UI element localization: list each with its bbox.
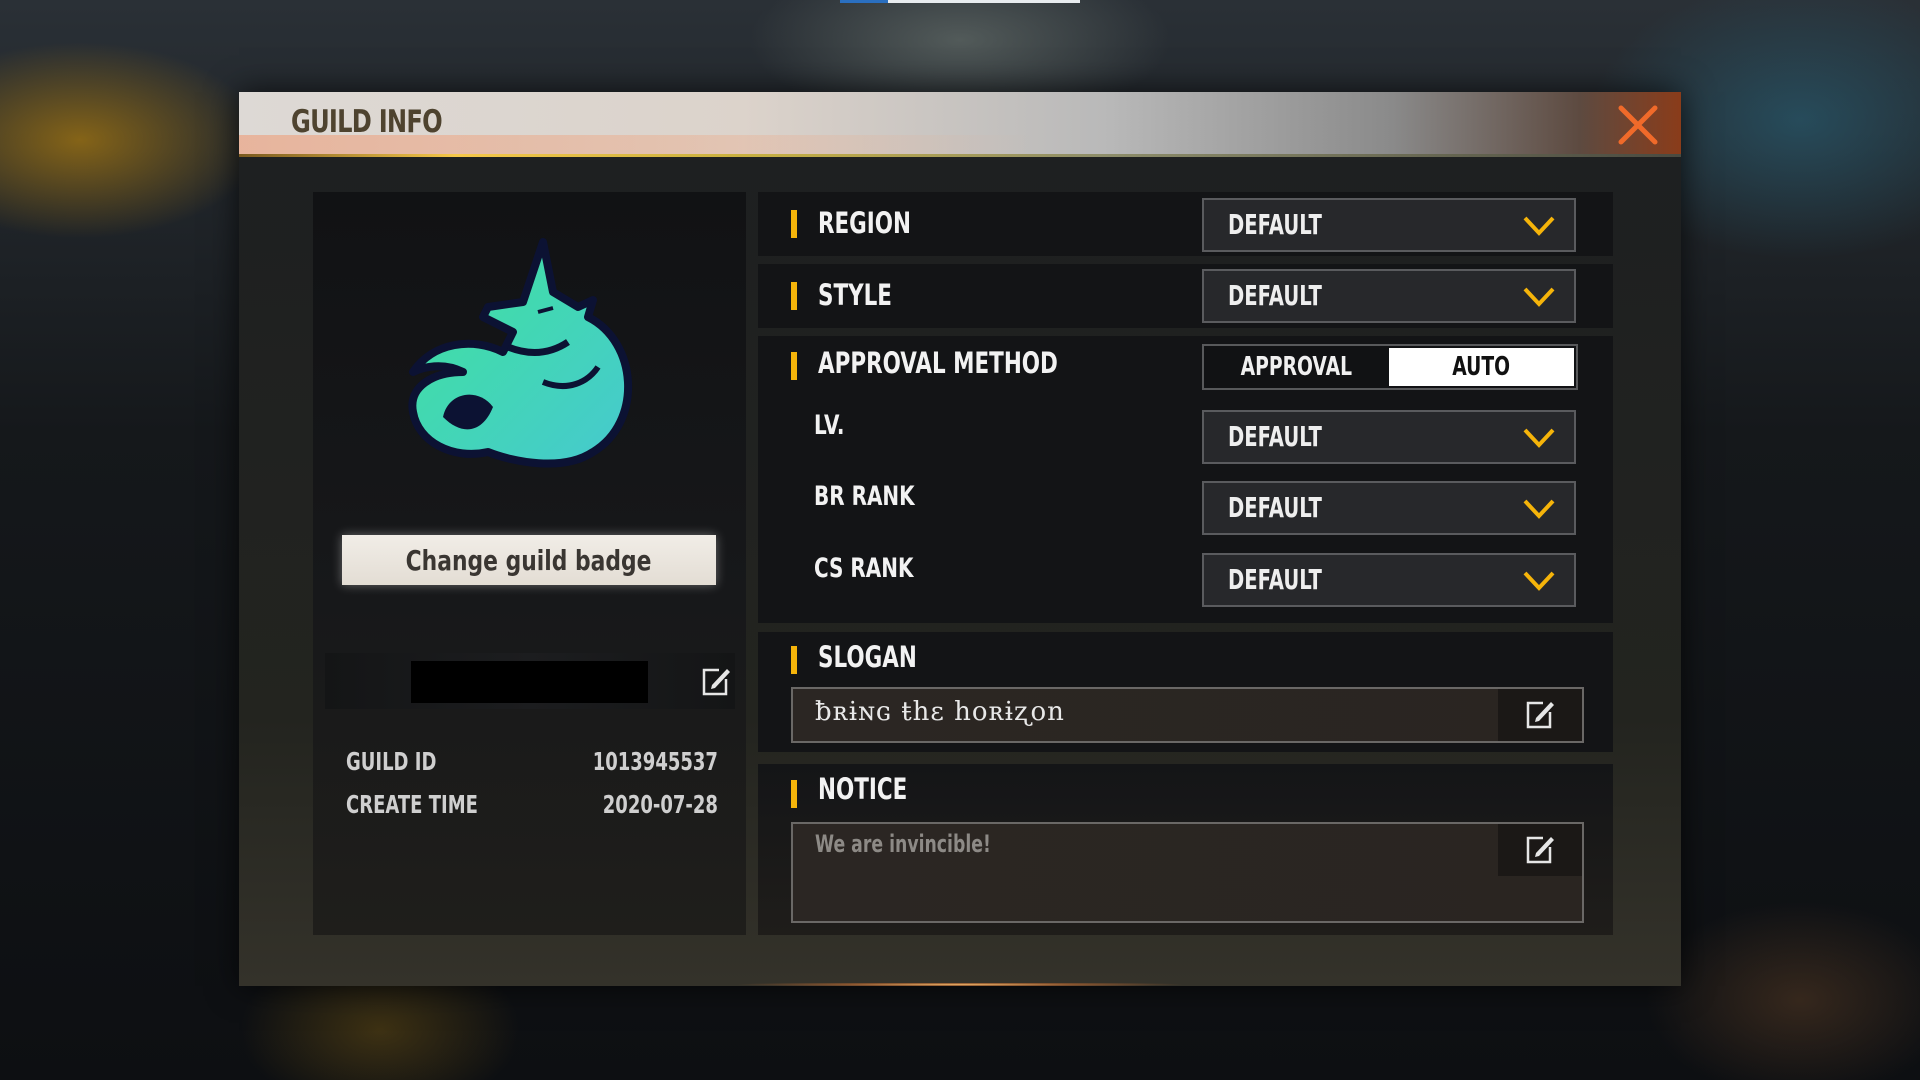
accent-bar xyxy=(791,352,797,380)
region-label: REGION xyxy=(818,206,911,240)
chevron-down-icon xyxy=(1523,428,1555,448)
chevron-down-icon xyxy=(1523,499,1555,519)
accent-bar xyxy=(791,210,797,238)
guild-settings-panel: REGION DEFAULT STYLE DEFAULT APPROVAL ME… xyxy=(758,192,1613,935)
guild-name-redacted xyxy=(411,661,648,703)
region-value: DEFAULT xyxy=(1228,208,1322,241)
region-section: REGION DEFAULT xyxy=(758,192,1613,256)
top-loading-bar-fill xyxy=(840,0,888,3)
notice-field[interactable]: We are invincible! xyxy=(791,822,1584,923)
notice-label: NOTICE xyxy=(818,772,908,806)
create-time-value: 2020-07-28 xyxy=(602,790,718,819)
slogan-value: ƀʀɨɴɢ ŧhɛ hoʀɨʐon xyxy=(815,697,1065,727)
cs-rank-label: CS RANK xyxy=(814,553,914,584)
style-value: DEFAULT xyxy=(1228,279,1322,312)
create-time-row: CREATE TIME 2020-07-28 xyxy=(346,790,718,819)
edit-guild-name-button[interactable] xyxy=(701,667,731,697)
close-x-icon xyxy=(1618,105,1658,145)
notice-value: We are invincible! xyxy=(815,830,991,858)
br-rank-label: BR RANK xyxy=(814,481,915,512)
approval-method-toggle: APPROVAL AUTO xyxy=(1202,344,1578,390)
cs-rank-dropdown[interactable]: DEFAULT xyxy=(1202,553,1576,607)
br-rank-value: DEFAULT xyxy=(1228,491,1322,524)
guild-id-row: GUILD ID 1013945537 xyxy=(346,747,718,776)
accent-bar xyxy=(791,282,797,310)
edit-notice-button[interactable] xyxy=(1498,824,1582,876)
edit-icon xyxy=(702,668,730,696)
change-guild-badge-button[interactable]: Change guild badge xyxy=(342,535,716,585)
guild-profile-panel: Change guild badge GUILD ID 1013945537 C… xyxy=(313,192,746,935)
guild-id-value: 1013945537 xyxy=(592,747,718,776)
close-button[interactable] xyxy=(1615,102,1661,148)
lv-dropdown[interactable]: DEFAULT xyxy=(1202,410,1576,464)
guild-info-dialog: GUILD INFO Change guild badge GUILD ID 1… xyxy=(239,92,1681,986)
approval-option-label: APPROVAL xyxy=(1240,352,1353,382)
notice-section: NOTICE We are invincible! xyxy=(758,764,1613,935)
guild-id-label: GUILD ID xyxy=(346,747,437,776)
edit-icon xyxy=(1526,701,1554,729)
approval-section: APPROVAL METHOD APPROVAL AUTO LV. DEFAUL… xyxy=(758,336,1613,623)
auto-option[interactable]: AUTO xyxy=(1389,348,1574,386)
approval-method-label: APPROVAL METHOD xyxy=(818,346,1058,380)
region-dropdown[interactable]: DEFAULT xyxy=(1202,198,1576,252)
style-section: STYLE DEFAULT xyxy=(758,264,1613,328)
chevron-down-icon xyxy=(1523,571,1555,591)
style-dropdown[interactable]: DEFAULT xyxy=(1202,269,1576,323)
style-label: STYLE xyxy=(818,278,892,312)
slogan-label: SLOGAN xyxy=(818,640,917,674)
guild-name-field xyxy=(325,653,735,709)
edit-icon xyxy=(1526,836,1554,864)
dialog-title: GUILD INFO xyxy=(291,104,443,140)
chevron-down-icon xyxy=(1523,287,1555,307)
edit-slogan-button[interactable] xyxy=(1498,689,1582,741)
accent-bar xyxy=(791,646,797,674)
auto-option-label: AUTO xyxy=(1452,352,1511,382)
lv-label: LV. xyxy=(814,410,845,441)
slogan-field[interactable]: ƀʀɨɴɢ ŧhɛ hoʀɨʐon xyxy=(791,687,1584,743)
guild-badge-icon xyxy=(408,238,632,468)
chevron-down-icon xyxy=(1523,216,1555,236)
cs-rank-value: DEFAULT xyxy=(1228,563,1322,596)
change-guild-badge-label: Change guild badge xyxy=(406,543,652,577)
slogan-section: SLOGAN ƀʀɨɴɢ ŧhɛ hoʀɨʐon xyxy=(758,632,1613,752)
accent-bar xyxy=(791,780,797,808)
lv-value: DEFAULT xyxy=(1228,420,1322,453)
dialog-header: GUILD INFO xyxy=(239,92,1681,157)
create-time-label: CREATE TIME xyxy=(346,790,478,819)
approval-option[interactable]: APPROVAL xyxy=(1204,346,1389,388)
br-rank-dropdown[interactable]: DEFAULT xyxy=(1202,481,1576,535)
top-loading-bar xyxy=(840,0,1080,3)
